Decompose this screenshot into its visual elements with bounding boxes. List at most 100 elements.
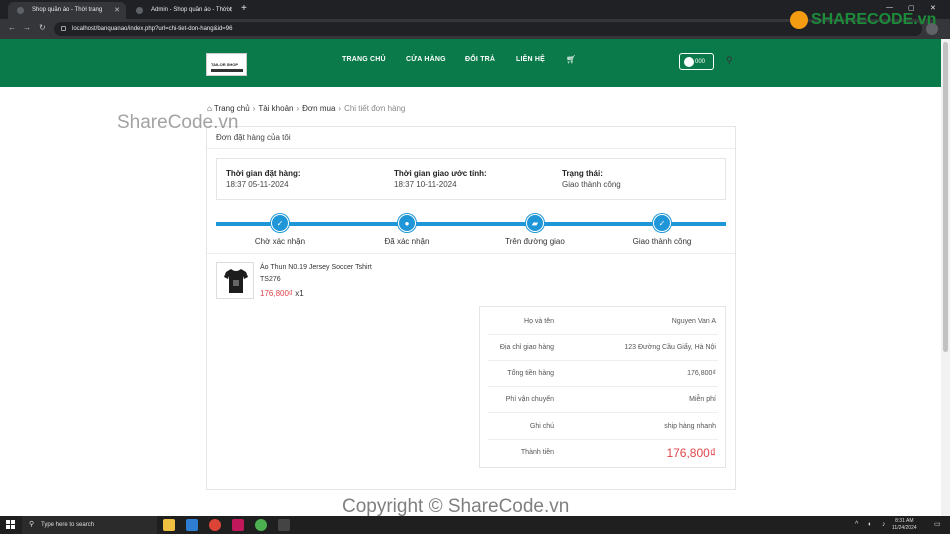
file-explorer-icon[interactable] bbox=[163, 519, 175, 531]
total-amount: 176,800₫ bbox=[666, 446, 716, 460]
breadcrumb-sep: › bbox=[338, 104, 342, 113]
windows-start-icon[interactable] bbox=[6, 520, 15, 529]
notification-icon[interactable]: ▭ bbox=[934, 521, 941, 528]
order-time-value: 18:37 05-11-2024 bbox=[226, 180, 289, 189]
step-check-icon: ✓ bbox=[653, 214, 671, 232]
clock-date: 11/24/2024 bbox=[892, 525, 917, 531]
step-label-confirmed: Đã xác nhận bbox=[384, 237, 430, 246]
summary-value: 176,800₫ bbox=[687, 370, 716, 377]
summary-row: Họ và tên Nguyen Van A bbox=[488, 309, 718, 335]
nav-shop[interactable]: CỬA HÀNG bbox=[406, 56, 446, 63]
network-icon[interactable]: ◐ bbox=[868, 521, 872, 528]
site-info-icon[interactable] bbox=[61, 26, 66, 31]
nav-home[interactable]: TRANG CHỦ bbox=[342, 56, 386, 63]
summary-row: Ghi chú ship hàng nhanh bbox=[488, 414, 718, 440]
product-sku: TS276 bbox=[260, 276, 281, 283]
user-avatar-icon bbox=[684, 57, 694, 67]
summary-value: 123 Đường Cầu Giấy, Hà Nội bbox=[624, 344, 716, 351]
breadcrumb-current: Chi tiết đơn hàng bbox=[344, 104, 406, 113]
close-tab-icon[interactable]: ✕ bbox=[227, 6, 233, 14]
breadcrumb-orders[interactable]: Đơn mua bbox=[302, 104, 335, 113]
summary-label: Họ và tên bbox=[524, 318, 554, 325]
volume-icon[interactable]: ♪ bbox=[882, 521, 886, 528]
app-icon[interactable] bbox=[232, 519, 244, 531]
search-icon: ⚲ bbox=[29, 521, 35, 528]
user-label: 000 bbox=[695, 59, 706, 65]
breadcrumb-account[interactable]: Tài khoản bbox=[258, 104, 293, 113]
summary-label: Thành tiền bbox=[520, 449, 554, 456]
summary-label: Phí vận chuyển bbox=[505, 396, 554, 403]
favicon-icon bbox=[136, 7, 143, 14]
minimize-icon[interactable]: — bbox=[886, 4, 893, 11]
app-icon[interactable] bbox=[255, 519, 267, 531]
back-icon[interactable]: ← bbox=[8, 23, 16, 32]
step-truck-icon: ▰ bbox=[526, 214, 544, 232]
tab-title: Admin - Shop quần áo - Thời t bbox=[151, 7, 232, 13]
product-thumbnail[interactable] bbox=[216, 262, 254, 299]
product-name[interactable]: Áo Thun N0.19 Jersey Soccer Tshirt bbox=[260, 264, 372, 271]
status-value: Giao thành công bbox=[562, 180, 621, 189]
summary-label: Địa chỉ giao hàng bbox=[499, 344, 554, 351]
order-progress-track bbox=[216, 222, 726, 226]
site-logo[interactable]: TAILOR SHOP bbox=[206, 53, 247, 76]
product-price-line: 176,800₫ x1 bbox=[260, 289, 304, 298]
reload-icon[interactable]: ↻ bbox=[39, 23, 46, 32]
step-label-pending: Chờ xác nhận bbox=[254, 237, 306, 246]
summary-value: ship hàng nhanh bbox=[664, 423, 716, 430]
nav-contact[interactable]: LIÊN HỆ bbox=[516, 56, 545, 63]
new-tab-icon[interactable]: + bbox=[241, 3, 247, 14]
eta-label: Thời gian giao ước tính: bbox=[394, 169, 487, 178]
summary-value: Nguyen Van A bbox=[671, 318, 716, 325]
summary-row: Phí vận chuyển Miễn phí bbox=[488, 387, 718, 413]
product-qty: x1 bbox=[295, 289, 304, 298]
url-text: localhost/banquanao/index.php?url=chi-ti… bbox=[72, 26, 233, 32]
browser-tab-admin[interactable]: Admin - Shop quần áo - Thời t ✕ bbox=[127, 2, 239, 19]
divider bbox=[207, 148, 735, 149]
user-account-button[interactable]: 000 bbox=[679, 53, 714, 70]
watermark-text: ShareCode.vn bbox=[117, 112, 239, 133]
tray-chevron-icon[interactable]: ^ bbox=[855, 521, 858, 528]
cart-icon[interactable]: 🛒︎ bbox=[566, 55, 576, 64]
summary-row: Địa chỉ giao hàng 123 Đường Cầu Giấy, Hà… bbox=[488, 335, 718, 361]
step-label-delivered: Giao thành công bbox=[632, 237, 692, 246]
summary-label: Ghi chú bbox=[529, 423, 554, 430]
status-label: Trạng thái: bbox=[562, 169, 603, 178]
taskbar-search-input[interactable]: ⚲ Type here to search bbox=[22, 516, 157, 534]
search-icon[interactable]: ⚲ bbox=[726, 55, 733, 66]
summary-label: Tổng tiền hàng bbox=[507, 370, 554, 377]
breadcrumb-sep: › bbox=[296, 104, 300, 113]
vscode-icon[interactable] bbox=[186, 519, 198, 531]
summary-total-row: Thành tiền 176,800₫ bbox=[488, 440, 718, 466]
chrome-icon[interactable] bbox=[209, 519, 221, 531]
step-label-shipping: Trên đường giao bbox=[505, 237, 565, 246]
copyright-watermark: Copyright © ShareCode.vn bbox=[342, 496, 570, 517]
tab-title: Shop quần áo - Thời trang bbox=[32, 7, 103, 13]
clock-time: 8:31 AM bbox=[895, 518, 914, 524]
sharecode-logo-icon bbox=[790, 11, 808, 29]
logo-bar bbox=[211, 69, 243, 72]
brand-text: SHARECODE.vn bbox=[811, 11, 937, 29]
eta-value: 18:37 10-11-2024 bbox=[394, 180, 457, 189]
logo-text: TAILOR SHOP bbox=[211, 62, 239, 67]
product-price: 176,800₫ bbox=[260, 289, 294, 298]
tshirt-image bbox=[224, 269, 248, 293]
browser-tab-shop[interactable]: Shop quần áo - Thời trang ✕ bbox=[8, 2, 126, 19]
scrollbar-thumb[interactable] bbox=[943, 42, 948, 352]
taskbar-clock[interactable]: 8:31 AM 11/24/2024 bbox=[892, 518, 917, 532]
taskbar-search-placeholder: Type here to search bbox=[41, 522, 95, 528]
summary-row: Tổng tiền hàng 176,800₫ bbox=[488, 361, 718, 387]
step-user-icon: ● bbox=[398, 214, 416, 232]
nav-returns[interactable]: ĐỔI TRẢ bbox=[465, 56, 495, 63]
order-time-label: Thời gian đặt hàng: bbox=[226, 169, 301, 178]
favicon-icon bbox=[17, 7, 24, 14]
breadcrumb-sep: › bbox=[252, 104, 256, 113]
forward-icon[interactable]: → bbox=[23, 23, 31, 32]
divider bbox=[207, 253, 735, 254]
site-header bbox=[0, 39, 950, 87]
summary-value: Miễn phí bbox=[689, 396, 716, 403]
terminal-icon[interactable] bbox=[278, 519, 290, 531]
order-info-box bbox=[216, 158, 726, 200]
card-title: Đơn đặt hàng của tôi bbox=[216, 133, 291, 142]
close-tab-icon[interactable]: ✕ bbox=[114, 6, 120, 14]
step-check-icon: ✓ bbox=[271, 214, 289, 232]
